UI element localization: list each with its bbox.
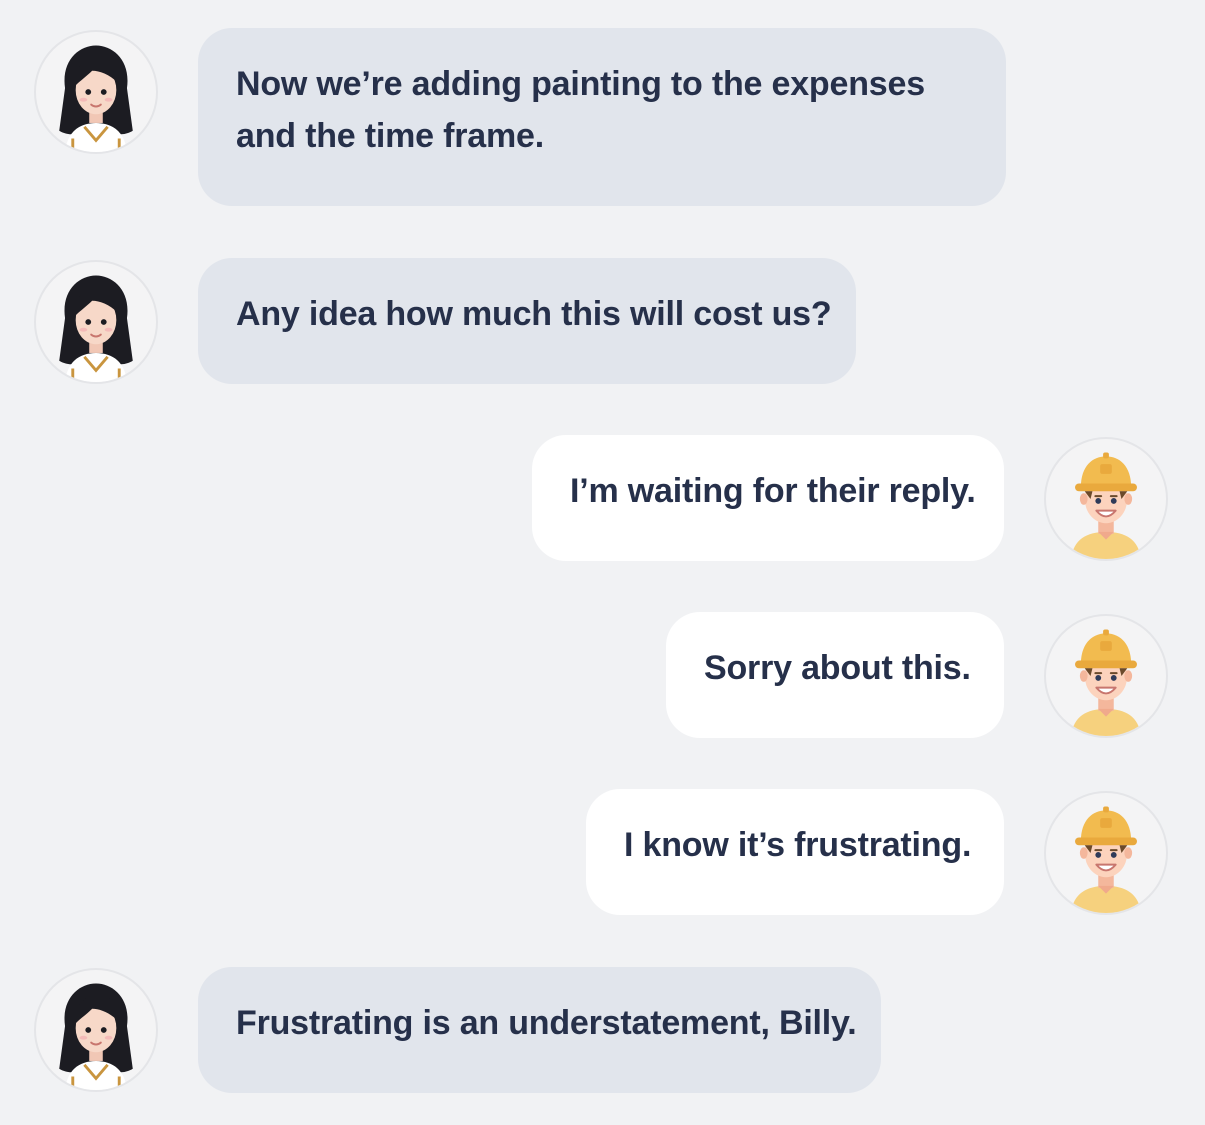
incoming-message-bubble: Frustrating is an understatement, Billy.	[198, 967, 881, 1093]
chat-thread: Now we’re adding painting to the expense…	[0, 0, 1205, 1125]
incoming-message-bubble: Any idea how much this will cost us?	[198, 258, 856, 384]
outgoing-message-bubble: I’m waiting for their reply.	[532, 435, 1004, 561]
construction-worker-avatar-icon	[1044, 614, 1168, 738]
woman-avatar-icon	[34, 30, 158, 154]
woman-avatar-icon	[34, 260, 158, 384]
woman-avatar-icon	[34, 968, 158, 1092]
construction-worker-avatar-icon	[1044, 791, 1168, 915]
incoming-message-bubble: Now we’re adding painting to the expense…	[198, 28, 1006, 206]
outgoing-message-bubble: I know it’s frustrating.	[586, 789, 1004, 915]
outgoing-message-bubble: Sorry about this.	[666, 612, 1004, 738]
construction-worker-avatar-icon	[1044, 437, 1168, 561]
